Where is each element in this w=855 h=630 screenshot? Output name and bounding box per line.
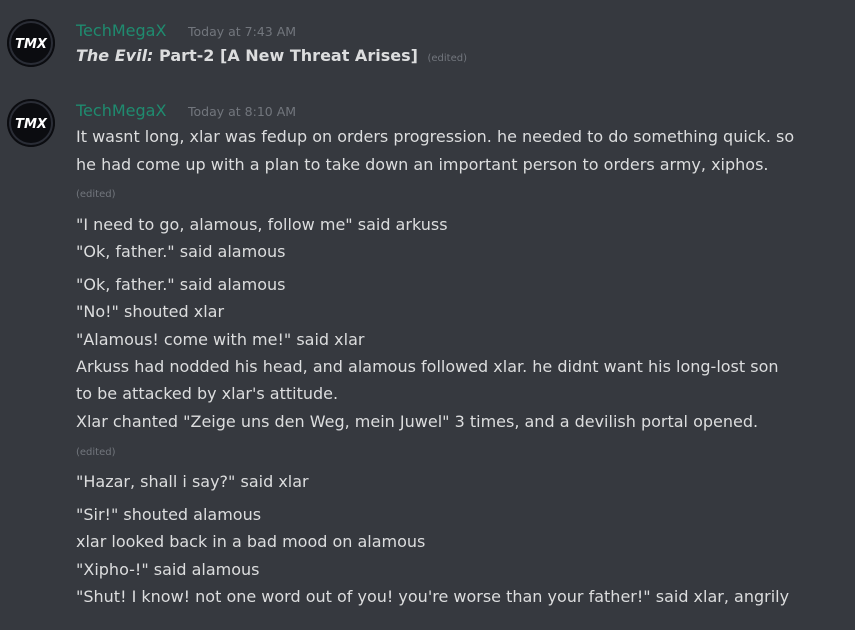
avatar[interactable]: TMX (7, 19, 55, 67)
message-line: "Alamous! come with me!" said xlar (76, 330, 365, 349)
tmx-logo-icon: TMX (7, 19, 55, 67)
username[interactable]: TechMegaX (76, 101, 166, 121)
message-line: "Hazar, shall i say?" said xlar (76, 472, 309, 491)
message-line: Arkuss had nodded his head, and alamous … (76, 357, 779, 376)
message-line: "I need to go, alamous, follow me" said … (76, 215, 448, 234)
message-line: "Sir!" shouted alamous (76, 505, 262, 524)
edited-label: (edited) (427, 53, 467, 64)
title-text: Part-2 [A New Threat Arises] (159, 46, 418, 65)
message-line: Xlar chanted "Zeige uns den Weg, mein Ju… (76, 412, 759, 431)
title-italic: The Evil: (76, 46, 154, 65)
svg-text:TMX: TMX (15, 37, 48, 52)
message-content: The Evil: Part-2 [A New Threat Arises] (… (76, 46, 467, 69)
username[interactable]: TechMegaX (76, 21, 166, 41)
chat-message-list: TMX TechMegaX Today at 7:43 AM The Evil:… (0, 0, 855, 630)
edited-label: (edited) (76, 189, 116, 200)
tmx-logo-icon: TMX (7, 99, 55, 147)
message-line: "Xipho-!" said alamous (76, 560, 260, 579)
timestamp: Today at 8:10 AM (188, 104, 297, 119)
edited-label: (edited) (76, 447, 116, 458)
message-line: xlar looked back in a bad mood on alamou… (76, 532, 426, 551)
message-line: It wasnt long, xlar was fedup on orders … (76, 127, 795, 146)
svg-text:TMX: TMX (15, 117, 48, 132)
message-line: "Ok, father." said alamous (76, 275, 286, 294)
message-line: "Shut! I know! not one word out of you! … (76, 587, 790, 606)
message-line: "Ok, father." said alamous (76, 242, 286, 261)
message-line: to be attacked by xlar's attitude. (76, 384, 339, 403)
timestamp: Today at 7:43 AM (188, 24, 297, 39)
message-line: "No!" shouted xlar (76, 302, 225, 321)
message-line: he had come up with a plan to take down … (76, 155, 769, 174)
avatar[interactable]: TMX (7, 99, 55, 147)
